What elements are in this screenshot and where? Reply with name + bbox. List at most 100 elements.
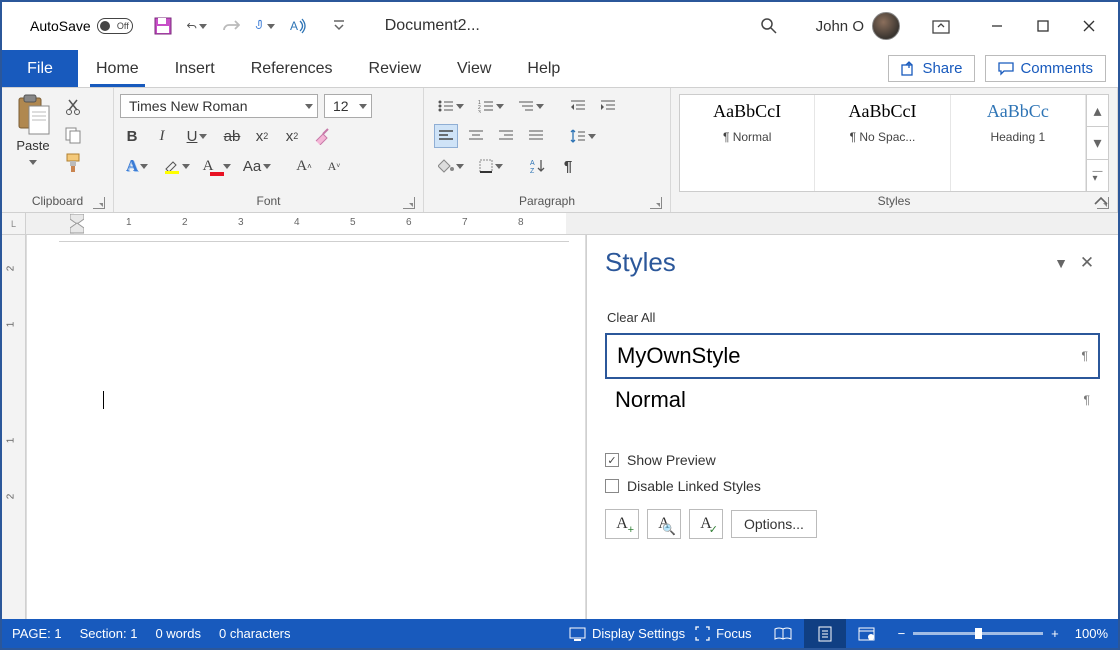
font-dialog-launcher[interactable] <box>403 197 415 209</box>
font-color-button[interactable]: A <box>200 154 234 178</box>
collapse-ribbon-icon[interactable] <box>1094 196 1108 206</box>
close-button[interactable] <box>1066 10 1112 42</box>
style-heading-1[interactable]: AaBbCc Heading 1 <box>951 95 1086 191</box>
decrease-indent-button[interactable] <box>566 94 590 118</box>
gallery-up-button[interactable]: ▴ <box>1087 95 1108 127</box>
styles-options-button[interactable]: Options... <box>731 510 817 538</box>
borders-button[interactable] <box>474 154 508 178</box>
zoom-in-button[interactable]: + <box>1051 626 1059 641</box>
grow-font-button[interactable]: A˄ <box>292 154 316 178</box>
font-name-combo[interactable]: Times New Roman <box>120 94 318 118</box>
shading-button[interactable] <box>434 154 468 178</box>
avatar <box>872 12 900 40</box>
zoom-control[interactable]: − + 100% <box>898 626 1108 641</box>
style-item-myownstyle[interactable]: MyOwnStyle ¶ <box>605 333 1100 379</box>
undo-button[interactable] <box>187 16 207 36</box>
justify-button[interactable] <box>524 124 548 148</box>
minimize-button[interactable] <box>974 10 1020 42</box>
style-inspector-button[interactable]: A🔍 <box>647 509 681 539</box>
style-normal[interactable]: AaBbCcI ¶ Normal <box>680 95 815 191</box>
display-settings-button[interactable]: Display Settings <box>569 626 685 641</box>
tab-help[interactable]: Help <box>509 50 578 87</box>
sort-button[interactable]: AZ <box>526 154 550 178</box>
maximize-button[interactable] <box>1020 10 1066 42</box>
paste-button[interactable]: Paste <box>8 92 58 168</box>
clear-formatting-icon[interactable] <box>310 124 334 148</box>
document-page[interactable] <box>26 235 586 619</box>
share-button[interactable]: Share <box>888 55 975 82</box>
tab-references[interactable]: References <box>233 50 351 87</box>
qat-customize-button[interactable] <box>329 16 349 36</box>
ribbon-display-options-icon[interactable] <box>932 18 950 34</box>
cut-icon[interactable] <box>62 96 84 118</box>
shrink-font-button[interactable]: A˅ <box>322 154 346 178</box>
comments-button[interactable]: Comments <box>985 55 1106 82</box>
line-spacing-button[interactable] <box>566 124 600 148</box>
redo-button[interactable] <box>221 16 241 36</box>
show-hide-paragraph-button[interactable]: ¶ <box>556 154 580 178</box>
search-icon[interactable] <box>760 17 778 35</box>
status-characters[interactable]: 0 characters <box>219 626 291 641</box>
status-words[interactable]: 0 words <box>155 626 201 641</box>
vertical-ruler[interactable]: 2 1 1 2 <box>2 235 26 619</box>
strikethrough-button[interactable]: ab <box>220 124 244 148</box>
print-layout-button[interactable] <box>804 619 846 648</box>
superscript-button[interactable]: x2 <box>280 124 304 148</box>
paste-icon <box>15 94 51 138</box>
read-mode-button[interactable] <box>762 619 804 648</box>
bold-button[interactable]: B <box>120 124 144 148</box>
subscript-button[interactable]: x2 <box>250 124 274 148</box>
read-aloud-icon[interactable]: A <box>289 16 309 36</box>
align-right-button[interactable] <box>494 124 518 148</box>
align-center-button[interactable] <box>464 124 488 148</box>
autosave-toggle[interactable]: AutoSave Off <box>30 18 133 34</box>
indent-markers[interactable] <box>70 214 84 234</box>
zoom-out-button[interactable]: − <box>898 626 906 641</box>
new-style-button[interactable]: A+ <box>605 509 639 539</box>
change-case-button[interactable]: Aa <box>240 154 274 178</box>
font-size-combo[interactable]: 12 <box>324 94 372 118</box>
manage-styles-button[interactable]: A✓ <box>689 509 723 539</box>
bullets-button[interactable] <box>434 94 468 118</box>
style-item-normal[interactable]: Normal ¶ <box>605 379 1100 421</box>
disable-linked-checkbox[interactable]: Disable Linked Styles <box>605 473 1100 499</box>
file-tab[interactable]: File <box>2 50 78 87</box>
focus-button[interactable]: Focus <box>695 626 751 641</box>
tab-selector[interactable]: L <box>2 213 26 234</box>
text-effects-button[interactable]: A <box>120 154 154 178</box>
format-painter-icon[interactable] <box>62 152 84 174</box>
horizontal-ruler[interactable]: L 1 2 3 4 5 6 7 8 <box>2 213 1118 235</box>
tab-view[interactable]: View <box>439 50 509 87</box>
touch-mode-button[interactable] <box>255 16 275 36</box>
zoom-level[interactable]: 100% <box>1075 626 1108 641</box>
align-left-button[interactable] <box>434 124 458 148</box>
styles-pane-close-icon[interactable]: ✕ <box>1074 253 1100 273</box>
tab-review[interactable]: Review <box>351 50 439 87</box>
increase-indent-button[interactable] <box>596 94 620 118</box>
web-layout-button[interactable] <box>846 619 888 648</box>
clipboard-dialog-launcher[interactable] <box>93 197 105 209</box>
gallery-down-button[interactable]: ▾ <box>1087 127 1108 159</box>
paragraph-dialog-launcher[interactable] <box>650 197 662 209</box>
highlight-button[interactable] <box>160 154 194 178</box>
document-title[interactable]: Document2... <box>385 17 480 35</box>
gallery-more-button[interactable]: —▾ <box>1087 160 1108 191</box>
multilevel-list-button[interactable] <box>514 94 548 118</box>
status-section[interactable]: Section: 1 <box>80 626 138 641</box>
styles-pane-options-icon[interactable]: ▼ <box>1048 255 1074 271</box>
styles-group-label: Styles <box>878 194 911 208</box>
save-icon[interactable] <box>153 16 173 36</box>
style-no-spacing[interactable]: AaBbCcI ¶ No Spac... <box>815 95 950 191</box>
tab-insert[interactable]: Insert <box>157 50 233 87</box>
italic-button[interactable]: I <box>150 124 174 148</box>
numbering-button[interactable]: 123 <box>474 94 508 118</box>
tab-home[interactable]: Home <box>78 50 157 87</box>
zoom-slider[interactable] <box>913 632 1043 635</box>
user-account[interactable]: John O <box>816 12 900 40</box>
show-preview-checkbox[interactable]: ✓ Show Preview <box>605 447 1100 473</box>
status-page[interactable]: PAGE: 1 <box>12 626 62 641</box>
copy-icon[interactable] <box>62 124 84 146</box>
clear-all-style[interactable]: Clear All <box>605 306 1100 333</box>
styles-gallery[interactable]: AaBbCcI ¶ Normal AaBbCcI ¶ No Spac... Aa… <box>679 94 1109 192</box>
underline-button[interactable]: U <box>180 124 214 148</box>
